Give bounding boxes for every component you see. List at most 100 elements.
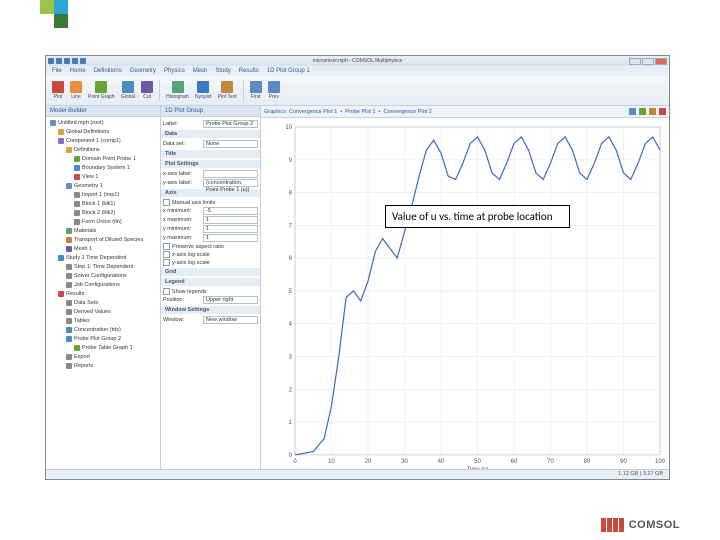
tree-node[interactable]: Concentration (tds)	[48, 326, 158, 335]
tree-node-icon	[74, 174, 80, 180]
graphics-tab[interactable]: Graphics	[264, 109, 286, 115]
logx-checkbox[interactable]	[163, 251, 170, 258]
menu-context[interactable]: 1D Plot Group 1	[267, 68, 310, 74]
logy-checkbox[interactable]	[163, 259, 170, 266]
tree-node[interactable]: Materials	[48, 227, 158, 236]
ribbon-prev[interactable]: Prev	[268, 81, 280, 100]
title-section: Title	[161, 150, 260, 158]
dataset-select[interactable]: None	[203, 140, 258, 148]
tree-node[interactable]: Tables	[48, 317, 158, 326]
probe-plot-tab[interactable]: Probe Plot 1	[345, 109, 375, 115]
tree-node[interactable]: Solver Configurations	[48, 272, 158, 281]
settings-header: 1D Plot Group	[161, 106, 260, 117]
model-tree[interactable]: Untitled.mph (root)Global DefinitionsCom…	[46, 117, 160, 373]
tree-node[interactable]: Derived Values	[48, 308, 158, 317]
menu-home[interactable]: Home	[70, 68, 86, 74]
tree-node[interactable]: Untitled.mph (root)	[48, 119, 158, 128]
xmin-label: x minimum:	[163, 208, 203, 214]
tree-node[interactable]: Results	[48, 290, 158, 299]
ribbon-plot[interactable]: Plot	[52, 81, 64, 100]
ribbon-histogram[interactable]: Histogram	[166, 81, 189, 100]
convergence-tab-2[interactable]: Convergence Plot 2	[383, 109, 431, 115]
grid-section: Grid	[161, 268, 260, 276]
tree-node[interactable]: Form Union (fin)	[48, 218, 158, 227]
svg-text:5: 5	[289, 289, 293, 295]
print-icon[interactable]	[659, 108, 666, 115]
tree-node[interactable]: Reports	[48, 362, 158, 371]
tree-node[interactable]: Global Definitions	[48, 128, 158, 137]
menu-results[interactable]: Results	[239, 68, 259, 74]
convergence-tab-1[interactable]: Convergence Plot 1	[289, 109, 337, 115]
xmax-field[interactable]: 1	[203, 216, 258, 224]
ymin-field[interactable]: 1	[203, 225, 258, 233]
ribbon-label: Nyquist	[195, 94, 212, 100]
zoom-icon[interactable]	[629, 108, 636, 115]
ymax-field[interactable]: 1	[203, 234, 258, 242]
menu-study[interactable]: Study	[215, 68, 230, 74]
menu-physics[interactable]: Physics	[164, 68, 185, 74]
ribbon-nyquist[interactable]: Nyquist	[195, 81, 212, 100]
tree-node[interactable]: Definitions	[48, 146, 158, 155]
ribbon-icon	[122, 81, 134, 93]
window-select[interactable]: New window	[203, 316, 258, 324]
tree-node[interactable]: Transport of Diluted Species	[48, 236, 158, 245]
ribbon-line[interactable]: Line	[70, 81, 82, 100]
tree-node-icon	[66, 147, 72, 153]
tree-node-icon	[66, 354, 72, 360]
ribbon-icon	[197, 81, 209, 93]
tree-node[interactable]: Probe Plot Group 2	[48, 335, 158, 344]
menu-mesh[interactable]: Mesh	[193, 68, 208, 74]
ribbon-plot-text[interactable]: Plot Text	[218, 81, 237, 100]
tree-node[interactable]: View 1	[48, 173, 158, 182]
label-field[interactable]: Probe Plot Group 2	[203, 120, 258, 128]
preserve-aspect-checkbox[interactable]	[163, 243, 170, 250]
ribbon-cut[interactable]: Cut	[141, 81, 153, 100]
menu-definitions[interactable]: Definitions	[94, 68, 122, 74]
tree-node[interactable]: Boundary System 1	[48, 164, 158, 173]
tree-node-label: Boundary System 1	[82, 165, 130, 171]
ylabel-label: y-axis label:	[163, 180, 203, 186]
tree-node-icon	[66, 336, 72, 342]
maximize-button[interactable]	[642, 58, 654, 65]
menu-file[interactable]: File	[52, 68, 62, 74]
xlabel-field[interactable]	[203, 170, 258, 178]
ribbon-first[interactable]: First	[250, 81, 262, 100]
tree-node[interactable]: Component 1 (comp1)	[48, 137, 158, 146]
menu-geometry[interactable]: Geometry	[130, 68, 156, 74]
tree-node-label: Tables	[74, 318, 90, 324]
manual-limits-checkbox[interactable]	[163, 199, 170, 206]
tree-node[interactable]: Export	[48, 353, 158, 362]
ribbon-point-graph[interactable]: Point Graph	[88, 81, 115, 100]
tree-node[interactable]: Geometry 1	[48, 182, 158, 191]
window-label: Window:	[163, 317, 203, 323]
ymax-label: y maximum:	[163, 235, 203, 241]
xmin-field[interactable]: -5	[203, 207, 258, 215]
image-icon[interactable]	[649, 108, 656, 115]
tree-node[interactable]: Domain Point Probe 1	[48, 155, 158, 164]
legend-pos-label: Position:	[163, 297, 203, 303]
svg-text:8: 8	[289, 191, 293, 197]
tree-node[interactable]: Probe Table Graph 1	[48, 344, 158, 353]
ribbon-global[interactable]: Global	[121, 81, 135, 100]
ribbon-label: Line	[71, 94, 80, 100]
tree-node[interactable]: Mesh 1	[48, 245, 158, 254]
tree-node[interactable]: Import 1 (imp1)	[48, 191, 158, 200]
plot-area[interactable]: 0123456789100102030405060708090100Time (…	[265, 122, 665, 475]
legend-pos-select[interactable]: Upper right	[203, 296, 258, 304]
tree-node-icon	[74, 345, 80, 351]
tree-node[interactable]: Block 2 (blk2)	[48, 209, 158, 218]
ylabel-field[interactable]: (concentration, Point Probe 1 (u))	[203, 179, 258, 187]
tree-node-icon	[50, 120, 56, 126]
ribbon-label: Histogram	[166, 94, 189, 100]
tree-node[interactable]: Data Sets	[48, 299, 158, 308]
tree-node-label: Domain Point Probe 1	[82, 156, 136, 162]
tree-node[interactable]: Job Configurations	[48, 281, 158, 290]
tree-node[interactable]: Step 1: Time Dependent	[48, 263, 158, 272]
tree-node[interactable]: Block 1 (blk1)	[48, 200, 158, 209]
zoom-extents-icon[interactable]	[639, 108, 646, 115]
show-legend-checkbox[interactable]	[163, 288, 170, 295]
tree-node[interactable]: Study 1 Time Dependent	[48, 254, 158, 263]
quick-access-toolbar[interactable]	[48, 58, 86, 64]
minimize-button[interactable]	[629, 58, 641, 65]
close-button[interactable]	[655, 58, 667, 65]
